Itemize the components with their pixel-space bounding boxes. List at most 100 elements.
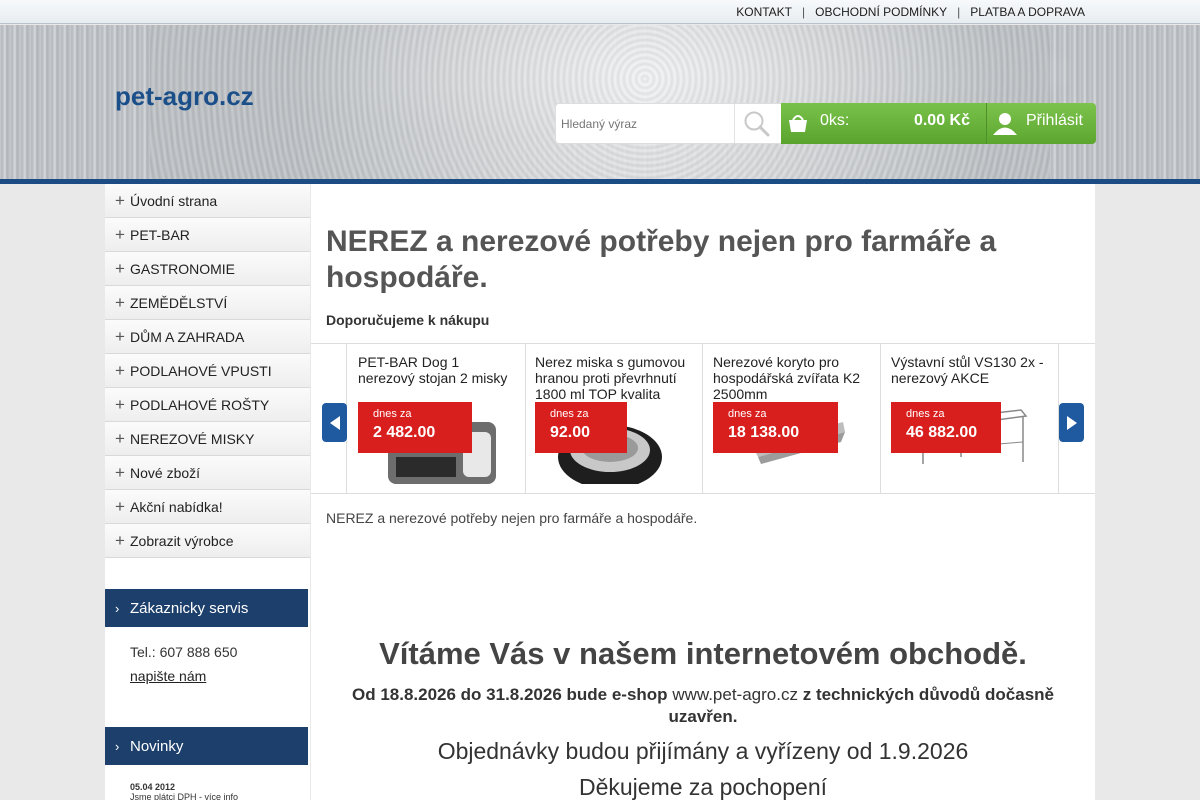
- chevron-right-icon: ›: [115, 600, 120, 616]
- product-price: 18 138.00: [728, 424, 800, 441]
- plus-icon: +: [115, 496, 125, 516]
- menu-item-label: Akční nabídka!: [130, 498, 223, 515]
- closure-notice: Od 18.8.2026 do 31.8.2026 bude e-shop ww…: [351, 684, 1055, 728]
- carousel-prev-button[interactable]: [322, 403, 347, 442]
- welcome-heading: Vítáme Vás v našem internetovém obchodě.: [379, 636, 1027, 671]
- product-price: 92.00: [550, 424, 591, 441]
- product-card[interactable]: Výstavní stůl VS130 2x - nerezový AKCE d…: [881, 344, 1059, 493]
- triangle-left-icon: [329, 415, 340, 430]
- cart-button[interactable]: 0ks: 0.00 Kč: [781, 103, 986, 144]
- header: pet-agro.cz 0ks: 0.00 Kč Přihlásit: [0, 25, 1200, 179]
- menu-item-label: Nové zboží: [130, 464, 201, 481]
- topnav-link-platba-a-doprava[interactable]: PLATBA A DOPRAVA: [970, 5, 1085, 19]
- menu-item-label: DŮM A ZAHRADA: [130, 328, 245, 345]
- product-carousel: PET-BAR Dog 1 nerezový stojan 2 misky dn…: [311, 343, 1095, 494]
- topnav-separator: |: [957, 5, 961, 19]
- topnav-separator: |: [802, 5, 806, 19]
- menu-item-podlahove-vpusti[interactable]: + PODLAHOVÉ VPUSTI: [105, 354, 310, 388]
- menu-item-pet-bar[interactable]: + PET-BAR: [105, 218, 310, 252]
- search-icon: [744, 111, 770, 136]
- carousel-next-button[interactable]: [1059, 403, 1084, 442]
- header-background: [150, 25, 1050, 179]
- plus-icon: +: [115, 224, 125, 244]
- menu-item-nove-zbozi[interactable]: + Nové zboží: [105, 456, 310, 490]
- plus-icon: +: [115, 360, 125, 380]
- menu-item-akcni-nabidka[interactable]: + Akční nabídka!: [105, 490, 310, 524]
- menu-item-label: PODLAHOVÉ ROŠTY: [130, 396, 270, 413]
- price-label: dnes za: [550, 408, 589, 420]
- customer-service-title: Zákaznicky servis: [130, 599, 249, 617]
- price-badge[interactable]: dnes za 2 482.00: [358, 402, 472, 453]
- menu-item-label: PET-BAR: [130, 226, 190, 243]
- product-name[interactable]: Nerezové koryto pro hospodářská zvířata …: [713, 354, 873, 402]
- cart-count: 0ks:: [820, 112, 850, 129]
- search-input[interactable]: [556, 104, 734, 143]
- shop-url: www.pet-agro.cz: [672, 685, 798, 704]
- top-navigation: KONTAKT | OBCHODNÍ PODMÍNKY | PLATBA A D…: [736, 5, 1085, 19]
- category-menu: + Úvodní strana + PET-BAR + GASTRONOMIE + ZE…: [105, 184, 310, 558]
- menu-item-label: PODLAHOVÉ VPUSTI: [130, 362, 272, 379]
- site-logo[interactable]: pet-agro.cz: [115, 81, 254, 112]
- menu-item-dum-a-zahrada[interactable]: + DŮM A ZAHRADA: [105, 320, 310, 354]
- user-icon: [993, 113, 1017, 135]
- plus-icon: +: [115, 428, 125, 448]
- product-price: 2 482.00: [373, 424, 436, 441]
- cart-price: 0.00 Kč: [913, 112, 970, 129]
- news-title: Novinky: [130, 737, 184, 755]
- menu-item-gastronomie[interactable]: + GASTRONOMIE: [105, 252, 310, 286]
- main-content: NEREZ a nerezové potřeby nejen pro farmá…: [311, 184, 1095, 800]
- plus-icon: +: [115, 258, 125, 278]
- plus-icon: +: [115, 292, 125, 312]
- phone-number: Tel.: 607 888 650: [130, 644, 238, 660]
- product-card[interactable]: PET-BAR Dog 1 nerezový stojan 2 misky dn…: [348, 344, 526, 493]
- menu-item-zemedelstvi[interactable]: + ZEMĚDĚLSTVÍ: [105, 286, 310, 320]
- price-label: dnes za: [906, 408, 945, 420]
- page-title: NEREZ a nerezové potřeby nejen pro farmá…: [326, 225, 997, 294]
- menu-item-nerezove-misky[interactable]: + NEREZOVÉ MISKY: [105, 422, 310, 456]
- top-bar: KONTAKT | OBCHODNÍ PODMÍNKY | PLATBA A D…: [0, 0, 1200, 24]
- customer-service-heading: › Zákaznicky servis: [105, 589, 308, 627]
- intro-text: NEREZ a nerezové potřeby nejen pro farmá…: [326, 510, 698, 526]
- menu-item-zobrazit-vyrobce[interactable]: + Zobrazit výrobce: [105, 524, 310, 558]
- closure-text-start: Od 18.8.2026 do 31.8.2026 bude e-shop: [351, 685, 668, 704]
- plus-icon: +: [115, 530, 125, 550]
- price-label: dnes za: [728, 408, 767, 420]
- search-button[interactable]: [734, 104, 779, 143]
- product-card[interactable]: Nerezové koryto pro hospodářská zvířata …: [703, 344, 881, 493]
- news-panel: 05.04 2012 Jsme plátci DPH - více info: [130, 782, 238, 800]
- product-price: 46 882.00: [906, 424, 978, 441]
- menu-item-label: Zobrazit výrobce: [130, 532, 234, 549]
- basket-icon: [789, 115, 807, 132]
- news-heading: › Novinky: [105, 727, 308, 765]
- thanks-text: Děkujeme za pochopení: [578, 774, 828, 800]
- menu-item-uvodni-strana[interactable]: + Úvodní strana: [105, 184, 310, 218]
- price-label: dnes za: [373, 408, 412, 420]
- news-date: 05.04 2012: [130, 782, 176, 792]
- plus-icon: +: [115, 462, 125, 482]
- contact-us-link[interactable]: napište nám: [130, 668, 206, 684]
- customer-service-panel: Tel.: 607 888 650 napište nám: [130, 644, 237, 692]
- login-button[interactable]: Přihlásit: [986, 103, 1096, 144]
- plus-icon: +: [115, 190, 125, 210]
- topnav-link-kontakt[interactable]: KONTAKT: [736, 5, 792, 19]
- orders-notice: Objednávky budou přijímány a vyřízeny od…: [437, 738, 969, 764]
- price-badge[interactable]: dnes za 18 138.00: [713, 402, 838, 453]
- menu-item-podlahove-rosty[interactable]: + PODLAHOVÉ ROŠTY: [105, 388, 310, 422]
- menu-item-label: ZEMĚDĚLSTVÍ: [130, 294, 228, 311]
- chevron-right-icon: ›: [115, 738, 120, 754]
- search-box: [555, 103, 782, 144]
- product-name[interactable]: PET-BAR Dog 1 nerezový stojan 2 misky: [358, 354, 518, 386]
- product-name[interactable]: Výstavní stůl VS130 2x - nerezový AKCE: [891, 354, 1051, 386]
- price-badge[interactable]: dnes za 46 882.00: [891, 402, 1001, 453]
- price-badge[interactable]: dnes za 92.00: [535, 402, 627, 453]
- login-label: Přihlásit: [1026, 112, 1083, 129]
- menu-item-label: GASTRONOMIE: [130, 260, 236, 277]
- topnav-link-obchodni-podminky[interactable]: OBCHODNÍ PODMÍNKY: [815, 5, 947, 19]
- menu-item-label: NEREZOVÉ MISKY: [130, 430, 255, 447]
- plus-icon: +: [115, 394, 125, 414]
- plus-icon: +: [115, 326, 125, 346]
- news-text[interactable]: Jsme plátci DPH - více info: [130, 792, 238, 800]
- product-name[interactable]: Nerez miska s gumovou hranou proti převr…: [535, 354, 695, 402]
- product-card[interactable]: Nerez miska s gumovou hranou proti převr…: [525, 344, 703, 493]
- recommend-heading: Doporučujeme k nákupu: [326, 312, 490, 328]
